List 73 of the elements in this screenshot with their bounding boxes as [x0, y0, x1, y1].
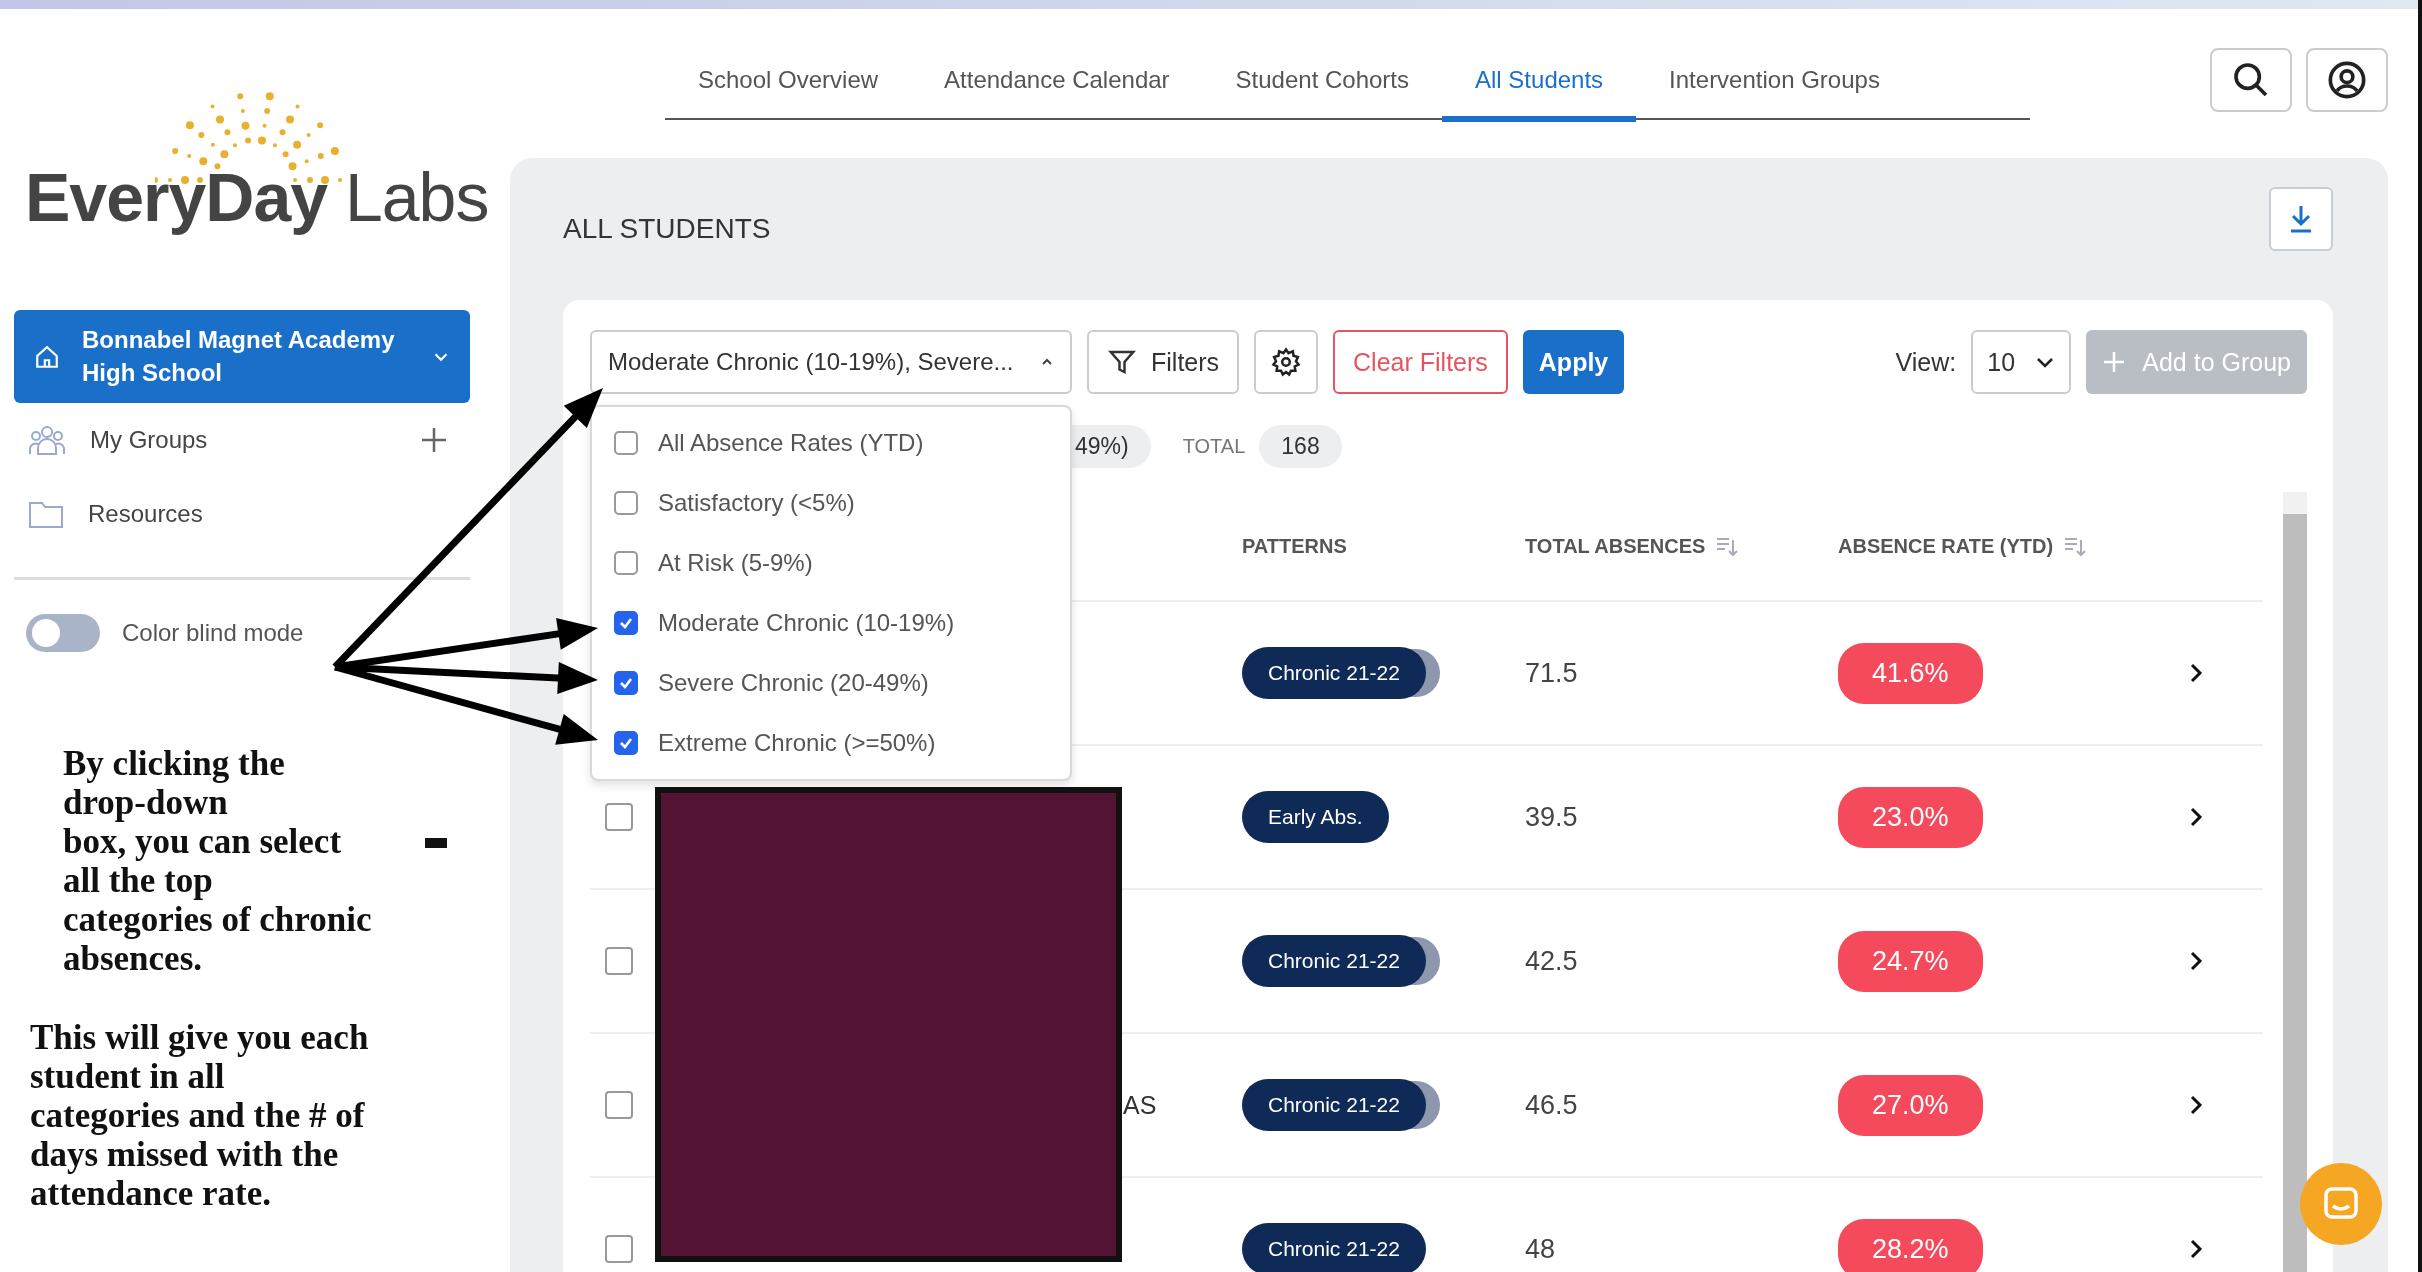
chevron-right-icon[interactable]: [2188, 950, 2204, 972]
nav-tab[interactable]: Intervention Groups: [1636, 60, 1913, 122]
sidebar-item[interactable]: My Groups: [28, 403, 448, 477]
home-icon: [34, 343, 60, 370]
menu-option[interactable]: Extreme Chronic (>=50%): [592, 713, 1070, 773]
account-button[interactable]: [2306, 48, 2388, 112]
scrollbar[interactable]: [2283, 492, 2307, 1272]
option-checkbox[interactable]: [614, 491, 638, 515]
menu-option[interactable]: At Risk (5-9%): [592, 533, 1070, 593]
filters-button[interactable]: Filters: [1087, 330, 1240, 394]
chevron-right-icon[interactable]: [2188, 662, 2204, 684]
absences-cell-text: 46.5: [1525, 1089, 1579, 1121]
total-label: TOTAL: [1182, 434, 1246, 458]
option-checkbox[interactable]: [614, 611, 638, 635]
absence-rate-badge: 24.7%: [1838, 930, 1983, 992]
plus-icon: [2102, 350, 2127, 374]
absence-rate-badge: 41.6%: [1838, 642, 1983, 704]
absence-rate-dropdown[interactable]: Moderate Chronic (10-19%), Severe...: [590, 330, 1072, 394]
row-checkbox[interactable]: [605, 1235, 633, 1263]
total-count: 168: [1259, 424, 1342, 468]
name-text: AS: [1123, 1090, 1157, 1119]
pattern-badge: Chronic 21-22: [1242, 1223, 1426, 1272]
page-title: ALL STUDENTS: [563, 213, 771, 245]
logo-text: EveryDay Labs: [25, 158, 489, 236]
absences-cell-text: 39.5: [1525, 801, 1579, 833]
option-checkbox[interactable]: [614, 671, 638, 695]
nav-tab[interactable]: All Students: [1442, 60, 1637, 122]
nav-tab[interactable]: School Overview: [665, 60, 912, 122]
search-button[interactable]: [2210, 48, 2293, 112]
chevron-right-icon[interactable]: [2188, 1238, 2204, 1260]
dash-mark: [425, 838, 447, 848]
menu-option[interactable]: Severe Chronic (20-49%): [592, 653, 1070, 713]
option-checkbox[interactable]: [614, 551, 638, 575]
people-icon: [28, 424, 66, 456]
chevron-right-icon[interactable]: [2188, 806, 2204, 828]
nav-tab[interactable]: Attendance Calendar: [911, 60, 1203, 122]
folder-icon: [28, 499, 64, 529]
caret-icon: [1040, 357, 1054, 367]
row-checkbox[interactable]: [605, 1091, 633, 1119]
row-checkbox[interactable]: [605, 803, 633, 831]
clear-filters-button[interactable]: Clear Filters: [1333, 330, 1508, 394]
school-selector[interactable]: Bonnabel Magnet Academy High School: [14, 310, 470, 403]
download-icon: [2288, 204, 2314, 234]
annotation-text: By clicking the drop-down box, you can select all the top categories of chronic absences.: [63, 744, 372, 978]
column-header: PATTERNS: [1242, 534, 1347, 558]
apply-button[interactable]: Apply: [1522, 330, 1625, 394]
absence-rate-badge: 28.2%: [1838, 1218, 1983, 1272]
annotation-text: This will give you each student in all categories and the # of days missed with the attendance rate.: [30, 1018, 369, 1213]
absence-rate-badge: 23.0%: [1838, 786, 1983, 848]
pattern-badge: Early Abs.: [1242, 791, 1389, 843]
sidebar-item[interactable]: Resources: [28, 477, 448, 551]
menu-option[interactable]: Moderate Chronic (10-19%): [592, 593, 1070, 653]
absences-cell-text: 42.5: [1525, 945, 1579, 977]
absence-rate-badge: 27.0%: [1838, 1074, 1983, 1136]
plus-icon: [420, 426, 448, 454]
option-checkbox[interactable]: [614, 431, 638, 455]
option-checkbox[interactable]: [614, 731, 638, 755]
toggle-switch[interactable]: [26, 614, 100, 652]
nav-tab[interactable]: Student Cohorts: [1202, 60, 1442, 122]
user-circle-icon: [2327, 60, 2368, 100]
download-button[interactable]: [2269, 187, 2333, 251]
toggle-label: Color blind mode: [122, 619, 304, 647]
settings-icon: [1271, 347, 1302, 377]
chevron-right-icon[interactable]: [2188, 1094, 2204, 1116]
settings-button[interactable]: [1254, 330, 1319, 394]
view-select[interactable]: 10: [1971, 330, 2072, 394]
absences-cell-text: 71.5: [1525, 657, 1579, 689]
absences-cell-text: 48: [1525, 1233, 1557, 1265]
column-header: TOTAL ABSENCES: [1525, 534, 1706, 558]
column-header: ABSENCE RATE (YTD): [1838, 534, 2054, 558]
menu-option[interactable]: Satisfactory (<5%): [592, 473, 1070, 533]
row-checkbox[interactable]: [605, 947, 633, 975]
view-label: View:: [1895, 347, 1957, 377]
